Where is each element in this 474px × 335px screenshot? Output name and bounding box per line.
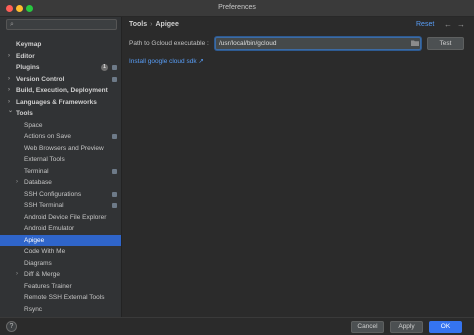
sidebar-item[interactable]: Android Device File Explorer xyxy=(0,212,121,223)
chevron-right-icon[interactable]: › xyxy=(16,269,18,280)
breadcrumb: Tools › Apigee xyxy=(129,21,179,28)
project-settings-icon xyxy=(112,76,117,82)
sidebar-item[interactable]: › Editor xyxy=(0,51,121,62)
chevron-right-icon[interactable]: › xyxy=(16,177,18,188)
sidebar-item[interactable]: Actions on Save xyxy=(0,131,121,142)
sidebar-item-label: Space xyxy=(24,121,43,129)
test-button[interactable]: Test xyxy=(427,37,464,50)
sidebar-item-label: Features Trainer xyxy=(24,282,72,290)
cancel-button[interactable]: Cancel xyxy=(351,321,384,333)
sidebar-item[interactable]: External Tools xyxy=(0,154,121,165)
sidebar-item[interactable]: › Version Control xyxy=(0,74,121,85)
sidebar-item[interactable]: Keymap xyxy=(0,39,121,50)
gcloud-path-label: Path to Gcloud executable : xyxy=(129,40,209,47)
settings-search-input[interactable]: ⌕ xyxy=(6,19,117,30)
dialog-footer: ? Cancel Apply OK xyxy=(0,317,474,335)
sidebar-item-label: Keymap xyxy=(16,41,42,48)
sidebar-item[interactable]: SSH Configurations xyxy=(0,189,121,200)
sidebar-item[interactable]: Diagrams xyxy=(0,258,121,269)
sidebar-item-label: Editor xyxy=(16,52,35,60)
breadcrumb-apigee: Apigee xyxy=(155,21,179,28)
sidebar-item-label: Languages & Frameworks xyxy=(16,98,97,106)
sidebar-item-label: Terminal xyxy=(24,167,49,175)
sidebar-item[interactable]: › Build, Execution, Deployment xyxy=(0,85,121,96)
sidebar-item-label: Diagrams xyxy=(24,259,52,267)
project-settings-icon xyxy=(112,203,117,208)
folder-icon[interactable] xyxy=(411,40,419,46)
project-settings-icon xyxy=(112,65,117,70)
sidebar-item[interactable]: › Diff & Merge xyxy=(0,269,121,280)
sidebar-item-label: SSH Configurations xyxy=(24,190,82,198)
sidebar-item[interactable]: Remote SSH External Tools xyxy=(0,292,121,303)
project-settings-icon xyxy=(112,191,117,197)
window-title: Preferences xyxy=(218,4,256,11)
sidebar-item-label: External Tools xyxy=(24,156,65,163)
sidebar-item[interactable]: › Languages & Frameworks xyxy=(0,97,121,108)
ok-button[interactable]: OK xyxy=(429,321,462,333)
settings-content: Tools › Apigee Reset ← → Path to Gcloud ex… xyxy=(122,17,474,317)
sidebar-item[interactable]: Android Emulator xyxy=(0,223,121,234)
chevron-down-icon[interactable]: ⌄ xyxy=(8,106,13,117)
project-settings-icon xyxy=(112,168,117,174)
update-count-badge: 1 xyxy=(101,64,108,71)
sidebar-item-label: Android Emulator xyxy=(24,225,75,232)
help-icon[interactable]: ? xyxy=(6,321,17,332)
title-bar: Preferences xyxy=(0,0,474,17)
reset-link[interactable]: Reset xyxy=(416,21,434,28)
back-arrow-icon[interactable]: ← xyxy=(444,20,452,29)
sidebar-item-label: Rsync xyxy=(24,305,43,313)
forward-arrow-icon[interactable]: → xyxy=(457,20,465,29)
sidebar-item[interactable]: Terminal xyxy=(0,166,121,177)
breadcrumb-separator: › xyxy=(150,21,153,28)
project-settings-icon xyxy=(112,134,117,139)
sidebar-item[interactable]: SSH Terminal xyxy=(0,200,121,211)
sidebar-item-label: Actions on Save xyxy=(24,133,71,140)
sidebar-item-label: SSH Terminal xyxy=(24,202,64,209)
sidebar-item[interactable]: Plugins 1 xyxy=(0,62,121,73)
gcloud-path-input[interactable]: /usr/local/bin/gcloud xyxy=(215,37,421,50)
sidebar-item[interactable]: Features Trainer xyxy=(0,281,121,292)
sidebar-item[interactable]: Space xyxy=(0,120,121,131)
chevron-right-icon[interactable]: › xyxy=(8,85,10,96)
sidebar-item-label: Android Device File Explorer xyxy=(24,213,107,221)
sidebar-item-label: Web Browsers and Preview xyxy=(24,144,104,152)
sidebar-item-label: Tools xyxy=(16,110,33,117)
sidebar-item-label: Plugins xyxy=(16,64,40,71)
sidebar-item-label: Remote SSH External Tools xyxy=(24,294,105,301)
chevron-right-icon[interactable]: › xyxy=(8,51,10,62)
sidebar-item-label: Code With Me xyxy=(24,248,66,255)
sidebar-item[interactable]: Apigee xyxy=(0,234,121,246)
search-icon: ⌕ xyxy=(10,21,14,28)
sidebar-item[interactable]: Code With Me xyxy=(0,246,121,257)
sidebar-item[interactable]: › Database xyxy=(0,177,121,188)
sidebar-item-label: Database xyxy=(24,179,52,186)
apply-button[interactable]: Apply xyxy=(390,321,423,333)
install-sdk-link[interactable]: Install google cloud sdk ↗ xyxy=(129,57,204,65)
sidebar-item[interactable]: ⌄ Tools xyxy=(0,108,121,119)
sidebar-item-label: Build, Execution, Deployment xyxy=(16,87,108,94)
sidebar-item-label: Apigee xyxy=(24,236,45,244)
settings-sidebar: ⌕ Keymap › Editor Plugins 1 › Version Control ›… xyxy=(0,17,122,335)
sidebar-item[interactable]: Rsync xyxy=(0,304,121,315)
breadcrumb-tools[interactable]: Tools xyxy=(129,21,147,28)
sidebar-item[interactable]: Web Browsers and Preview xyxy=(0,143,121,154)
sidebar-item-label: Diff & Merge xyxy=(24,271,61,278)
sidebar-item-label: Version Control xyxy=(16,75,65,83)
chevron-right-icon[interactable]: › xyxy=(8,74,10,85)
